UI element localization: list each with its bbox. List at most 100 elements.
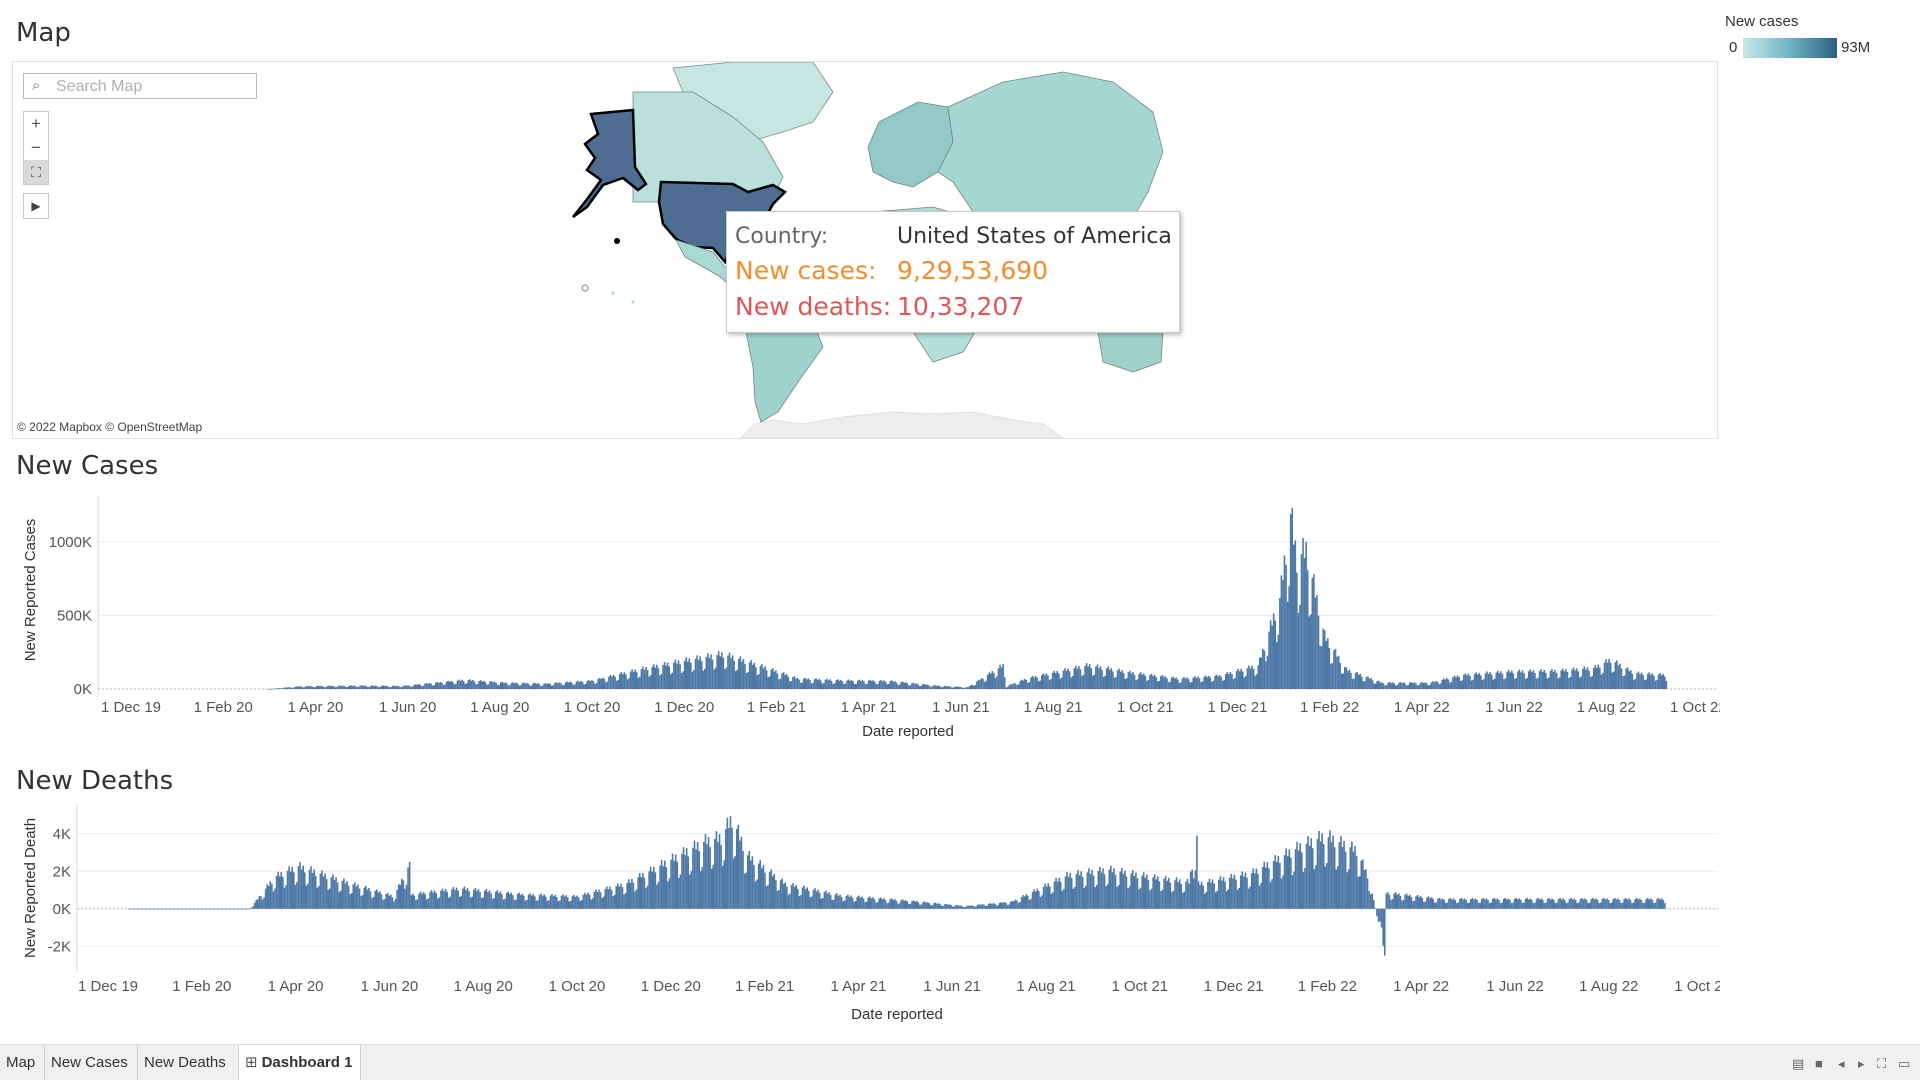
bar-mark[interactable] [283,887,286,909]
bar-mark[interactable] [258,896,261,909]
bar-mark[interactable] [1583,666,1586,689]
bar-mark[interactable] [1297,850,1300,909]
bar-mark[interactable] [1129,670,1131,689]
bar-mark[interactable] [954,686,957,689]
bar-mark[interactable] [937,685,940,689]
bar-mark[interactable] [1488,903,1491,909]
bar-mark[interactable] [1446,902,1449,909]
bar-mark[interactable] [867,680,870,689]
bar-mark[interactable] [330,877,333,909]
bar-mark[interactable] [217,908,220,910]
bar-mark[interactable] [1279,598,1281,689]
bar-mark[interactable] [308,686,310,689]
bar-mark[interactable] [837,895,840,909]
bar-mark[interactable] [1147,880,1150,909]
bar-mark[interactable] [1360,676,1363,689]
bar-mark[interactable] [1338,842,1341,909]
bar-mark[interactable] [546,900,549,909]
bar-mark[interactable] [1301,852,1303,909]
bar-mark[interactable] [804,677,807,689]
bar-mark[interactable] [480,898,483,909]
bar-mark[interactable] [934,685,936,689]
bar-mark[interactable] [737,824,740,909]
bar-mark[interactable] [464,683,466,689]
bar-mark[interactable] [195,908,198,910]
bar-mark[interactable] [144,908,146,910]
bar-mark[interactable] [1227,889,1230,909]
bar-mark[interactable] [739,656,742,689]
bar-mark[interactable] [282,876,284,909]
bar-mark[interactable] [1354,846,1356,909]
bar-mark[interactable] [1447,679,1450,689]
bar-mark[interactable] [357,884,359,909]
bar-mark[interactable] [1009,901,1012,909]
bar-mark[interactable] [475,684,477,689]
bar-mark[interactable] [901,899,904,909]
bar-mark[interactable] [433,890,436,909]
bar-mark[interactable] [546,683,548,689]
bar-mark[interactable] [199,908,201,910]
bar-mark[interactable] [1288,849,1291,909]
bar-mark[interactable] [1485,898,1488,909]
bar-mark[interactable] [1376,680,1379,689]
bar-mark[interactable] [1235,671,1238,689]
bar-mark[interactable] [948,904,951,909]
bar-mark[interactable] [751,664,754,689]
bar-mark[interactable] [487,892,489,909]
bar-mark[interactable] [316,887,319,909]
bar-mark[interactable] [1075,665,1077,689]
bar-mark[interactable] [668,666,671,689]
bar-mark[interactable] [1064,668,1066,689]
bar-mark[interactable] [1648,899,1651,909]
bar-mark[interactable] [468,891,470,909]
bar-mark[interactable] [1260,657,1263,689]
bar-mark[interactable] [404,888,406,909]
bar-mark[interactable] [1562,898,1564,909]
bar-mark[interactable] [946,686,949,689]
bar-mark[interactable] [782,672,785,689]
bar-mark[interactable] [1435,902,1438,909]
bar-mark[interactable] [1047,675,1049,689]
bar-mark[interactable] [988,672,991,689]
bar-mark[interactable] [617,679,620,689]
bar-mark[interactable] [806,679,808,689]
bar-mark[interactable] [712,864,715,909]
bar-mark[interactable] [881,681,884,689]
bar-mark[interactable] [880,679,882,689]
bar-mark[interactable] [479,680,482,689]
bar-mark[interactable] [1343,840,1345,909]
bar-mark[interactable] [410,895,412,909]
bar-mark[interactable] [611,676,613,689]
bar-mark[interactable] [1128,886,1131,909]
bar-mark[interactable] [736,669,739,689]
bar-mark[interactable] [718,834,721,909]
bar-mark[interactable] [271,883,273,909]
bar-mark[interactable] [1311,578,1314,689]
bar-mark[interactable] [659,865,661,909]
bar-mark[interactable] [351,685,354,689]
bar-mark[interactable] [784,882,787,909]
bar-mark[interactable] [516,894,519,909]
bar-mark[interactable] [414,684,417,689]
bar-mark[interactable] [1388,682,1391,689]
bar-mark[interactable] [337,685,340,689]
bar-mark[interactable] [128,908,131,910]
bar-mark[interactable] [1595,898,1597,909]
bar-mark[interactable] [1453,675,1456,689]
bar-mark[interactable] [993,672,995,689]
bar-mark[interactable] [775,880,777,909]
bar-mark[interactable] [1626,667,1629,689]
bar-mark[interactable] [540,893,542,909]
bar-mark[interactable] [1150,888,1153,909]
bar-mark[interactable] [909,903,912,909]
bar-mark[interactable] [1387,682,1389,689]
bar-mark[interactable] [1423,901,1425,909]
bar-mark[interactable] [1191,869,1194,909]
bar-mark[interactable] [1591,675,1593,689]
bar-mark[interactable] [956,904,959,909]
bar-mark[interactable] [869,679,872,689]
bar-mark[interactable] [1416,685,1419,689]
bar-mark[interactable] [1088,868,1090,909]
bar-mark[interactable] [288,687,290,689]
bar-mark[interactable] [1257,873,1259,909]
